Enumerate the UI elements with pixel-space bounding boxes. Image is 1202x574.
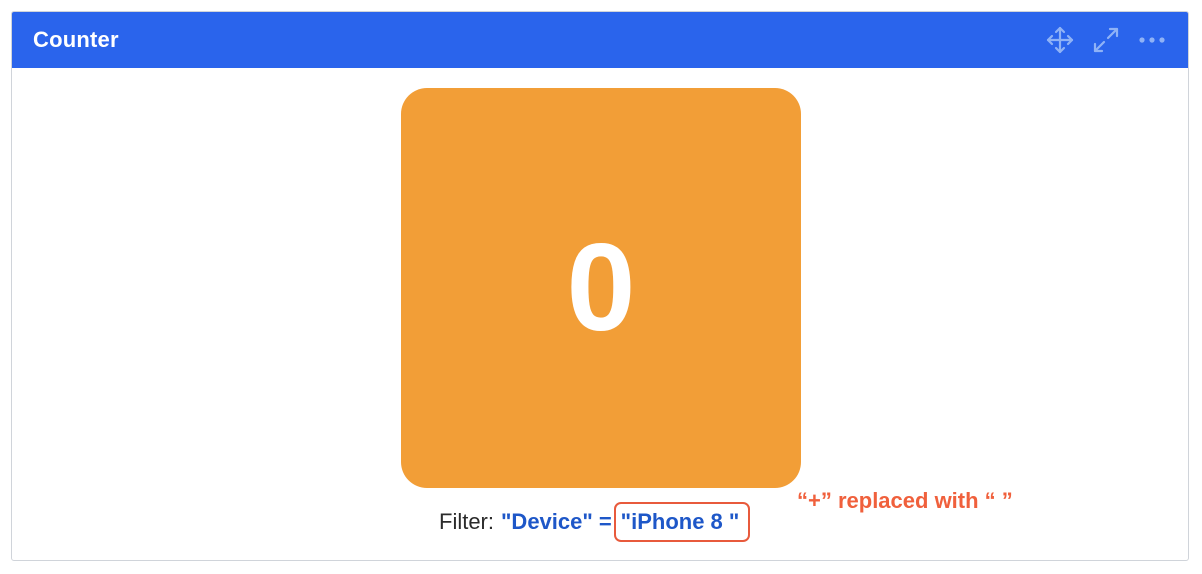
filter-value-highlight: "iPhone 8 " xyxy=(613,502,751,542)
more-options-icon[interactable] xyxy=(1136,24,1168,56)
counter-tile: 0 xyxy=(401,88,801,488)
widget-title: Counter xyxy=(33,27,119,52)
counter-widget: Counter 0 Filter: "Device" = "iPhone 8 " xyxy=(11,11,1189,561)
widget-actions xyxy=(1044,24,1168,56)
filter-key: "Device" xyxy=(501,509,593,534)
annotation-note: “+” replaced with “ ” xyxy=(797,488,1013,513)
filter-value: "iPhone 8 " xyxy=(620,509,740,534)
move-icon[interactable] xyxy=(1044,24,1076,56)
counter-value: 0 xyxy=(566,219,636,357)
filter-operator: = xyxy=(598,509,612,534)
widget-header: Counter xyxy=(12,12,1188,68)
filter-label: Filter: xyxy=(439,509,494,534)
expand-icon[interactable] xyxy=(1090,24,1122,56)
filter-summary: Filter: "Device" = "iPhone 8 " xyxy=(439,502,751,542)
